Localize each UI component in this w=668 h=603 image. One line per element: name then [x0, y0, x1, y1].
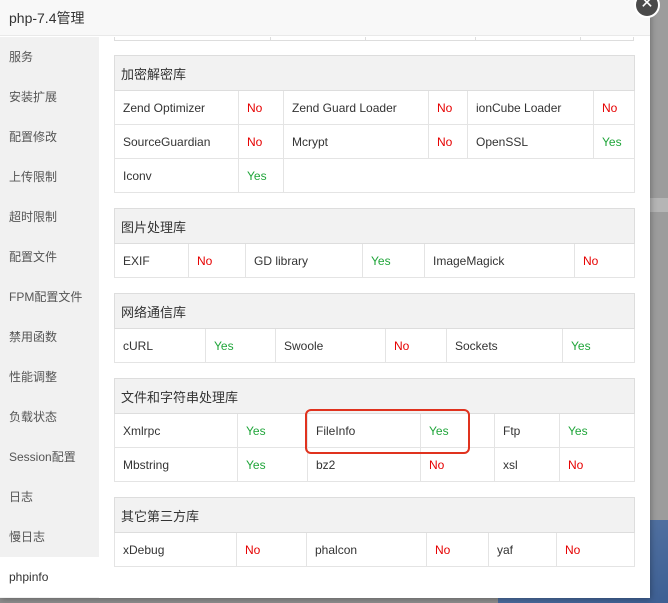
sidebar-item-fpm-config-file[interactable]: FPM配置文件 [0, 277, 99, 317]
extension-name: Mcrypt [283, 124, 429, 159]
sidebar-item-disabled-functions[interactable]: 禁用函数 [0, 317, 99, 357]
extension-name: xDebug [114, 532, 237, 567]
extension-status: No [558, 447, 636, 482]
extension-name: ImageMagick [424, 243, 575, 278]
extension-status: No [573, 243, 636, 278]
sidebar-item-performance-tuning[interactable]: 性能调整 [0, 357, 99, 397]
extension-table-file-string: 文件和字符串处理库 Xmlrpc Yes FileInfo Yes Ftp Ye… [113, 378, 636, 482]
extension-name: ionCube Loader [467, 90, 594, 125]
extension-status: No [236, 532, 307, 567]
sidebar: 服务 安装扩展 配置修改 上传限制 超时限制 配置文件 FPM配置文件 禁用函数… [0, 37, 99, 598]
sidebar-item-slow-log[interactable]: 慢日志 [0, 517, 99, 557]
table-row: cURL Yes Swoole No Sockets Yes [114, 328, 636, 363]
table-row: Iconv Yes [114, 158, 636, 193]
extension-name: Xmlrpc [114, 413, 238, 448]
extension-status: Yes [237, 413, 308, 448]
extension-table-network: 网络通信库 cURL Yes Swoole No Sockets Yes [113, 293, 636, 363]
background-bar [648, 198, 668, 212]
dialog-title: php-7.4管理 [0, 0, 650, 36]
extension-status: No [428, 90, 468, 125]
extension-status: No [420, 447, 495, 482]
sidebar-item-phpinfo[interactable]: phpinfo [0, 557, 99, 597]
table-row: Xmlrpc Yes FileInfo Yes Ftp Yes [114, 413, 636, 448]
extension-name: phalcon [306, 532, 427, 567]
sidebar-item-log[interactable]: 日志 [0, 477, 99, 517]
empty-cell [282, 158, 636, 193]
sidebar-item-upload-limit[interactable]: 上传限制 [0, 157, 99, 197]
extension-status: No [426, 532, 489, 567]
extension-status: Yes [420, 413, 495, 448]
extension-name: SourceGuardian [114, 124, 239, 159]
extension-name: GD library [245, 243, 363, 278]
extension-name: Sockets [446, 328, 563, 363]
extension-name: xsl [494, 447, 560, 482]
extension-status: Yes [558, 413, 636, 448]
sidebar-item-config-edit[interactable]: 配置修改 [0, 117, 99, 157]
extension-name: FileInfo [307, 413, 421, 448]
extension-status: Yes [362, 243, 425, 278]
extension-table-third-party: 其它第三方库 xDebug No phalcon No yaf No [113, 497, 636, 567]
extension-status: No [385, 328, 447, 363]
extension-status: Yes [592, 124, 636, 159]
extension-table-crypto: 加密解密库 Zend Optimizer No Zend Guard Loade… [113, 55, 636, 193]
extension-status: No [592, 90, 636, 125]
extension-name: Zend Optimizer [114, 90, 239, 125]
phpinfo-content[interactable]: 加密解密库 Zend Optimizer No Zend Guard Loade… [99, 37, 650, 598]
extension-status: No [428, 124, 468, 159]
table-row: EXIF No GD library Yes ImageMagick No [114, 243, 636, 278]
extension-status: Yes [238, 158, 284, 193]
extension-name: EXIF [114, 243, 189, 278]
extension-status: No [188, 243, 246, 278]
table-row: xDebug No phalcon No yaf No [114, 532, 636, 567]
extension-name: bz2 [307, 447, 421, 482]
extension-name: Iconv [114, 158, 239, 193]
php-manager-dialog: php-7.4管理 服务 安装扩展 配置修改 上传限制 超时限制 配置文件 FP… [0, 0, 650, 598]
extension-name: OpenSSL [467, 124, 594, 159]
extension-status: Yes [205, 328, 276, 363]
extension-status: Yes [561, 328, 636, 363]
extension-status: No [238, 90, 284, 125]
extension-table-image: 图片处理库 EXIF No GD library Yes ImageMagick… [113, 208, 636, 278]
extension-status: No [555, 532, 636, 567]
sidebar-item-load-status[interactable]: 负载状态 [0, 397, 99, 437]
section-title: 图片处理库 [113, 208, 636, 244]
extension-name: cURL [114, 328, 206, 363]
section-title: 加密解密库 [113, 55, 636, 91]
extension-name: Zend Guard Loader [283, 90, 429, 125]
extension-status: Yes [237, 447, 308, 482]
extension-name: Swoole [275, 328, 386, 363]
extension-name: yaf [488, 532, 557, 567]
sidebar-item-config-file[interactable]: 配置文件 [0, 237, 99, 277]
extension-status: No [238, 124, 284, 159]
sidebar-item-service[interactable]: 服务 [0, 37, 99, 77]
sidebar-item-install-extension[interactable]: 安装扩展 [0, 77, 99, 117]
section-title: 其它第三方库 [113, 497, 636, 533]
table-row: SourceGuardian No Mcrypt No OpenSSL Yes [114, 124, 636, 159]
section-title: 网络通信库 [113, 293, 636, 329]
table-row: Zend Optimizer No Zend Guard Loader No i… [114, 90, 636, 125]
extension-name: Mbstring [114, 447, 238, 482]
section-title: 文件和字符串处理库 [113, 378, 636, 414]
sidebar-item-session-config[interactable]: Session配置 [0, 437, 99, 477]
extension-name: Ftp [494, 413, 560, 448]
previous-table-edge [114, 37, 634, 41]
sidebar-item-timeout-limit[interactable]: 超时限制 [0, 197, 99, 237]
table-row: Mbstring Yes bz2 No xsl No [114, 447, 636, 482]
